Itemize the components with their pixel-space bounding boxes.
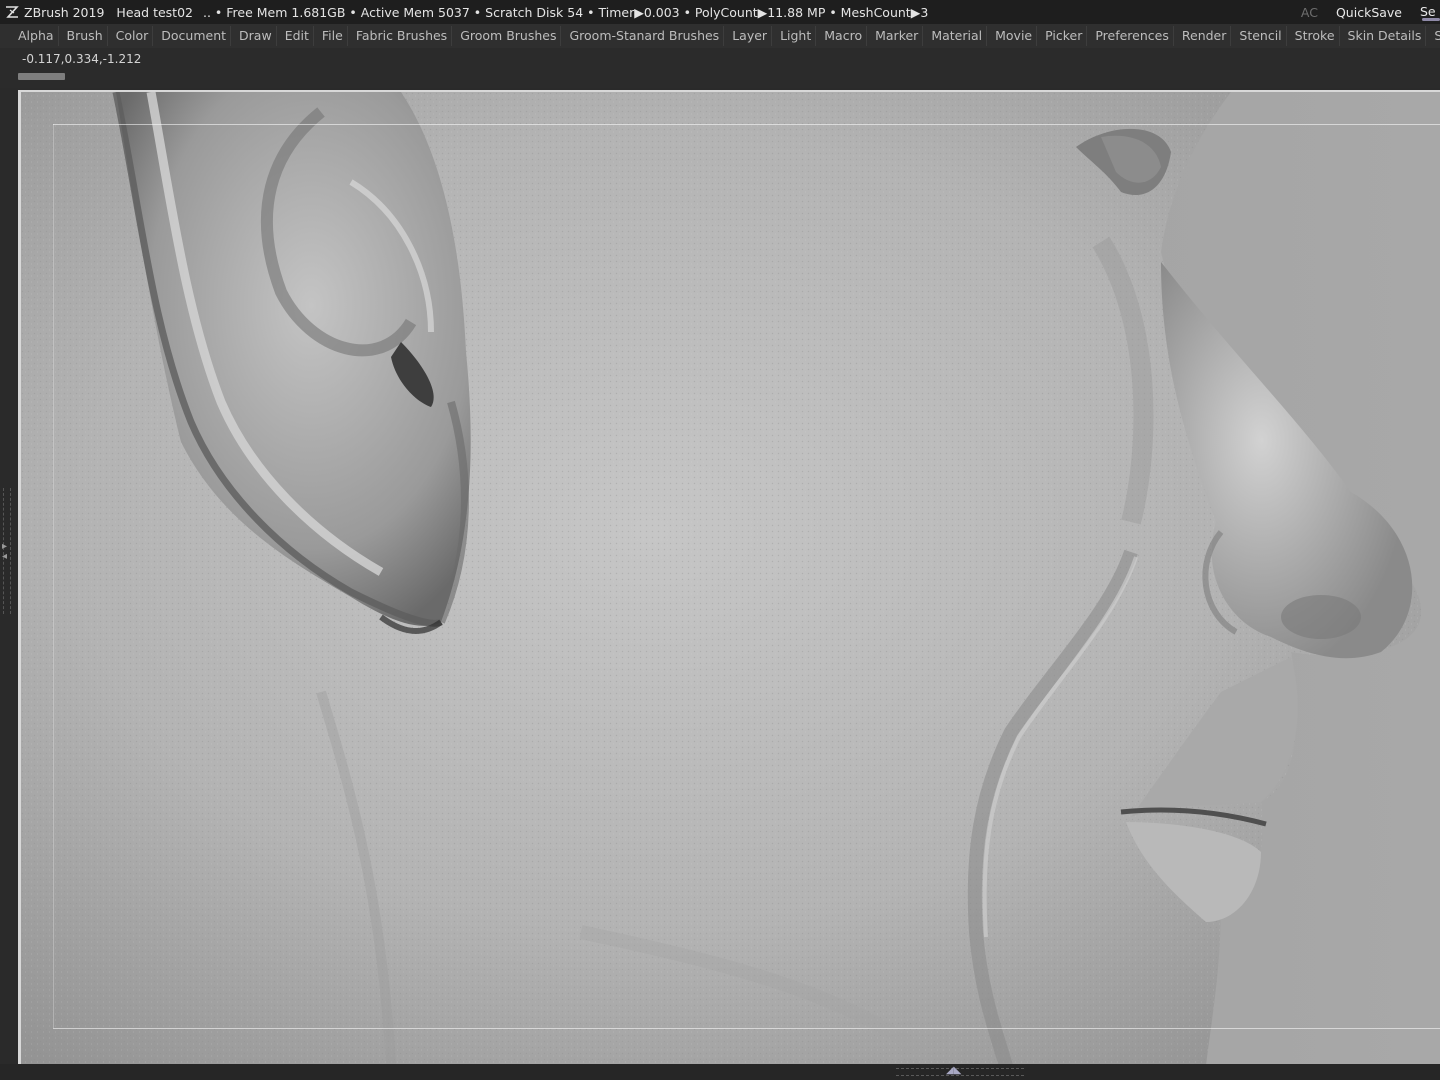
menu-stencil[interactable]: Stencil <box>1235 26 1287 46</box>
menu-brush[interactable]: Brush <box>63 26 108 46</box>
menu-stroke[interactable]: Stroke <box>1291 26 1340 46</box>
menu-edit[interactable]: Edit <box>281 26 314 46</box>
see-through-button[interactable]: Se <box>1420 0 1440 24</box>
canvas-guide-top <box>53 124 1440 125</box>
menu-alpha[interactable]: Alpha <box>14 26 59 46</box>
menu-movie[interactable]: Movie <box>991 26 1038 46</box>
menu-color[interactable]: Color <box>112 26 154 46</box>
quicksave-button[interactable]: QuickSave <box>1336 5 1402 20</box>
menu-groom-stanard-brushes[interactable]: Groom-Stanard Brushes <box>565 26 725 46</box>
menu-layer[interactable]: Layer <box>728 26 773 46</box>
title-bar: ZBrush 2019 Head test02 .. • Free Mem 1.… <box>0 0 1440 24</box>
bottom-tray: ◢◣ <box>0 1064 1440 1080</box>
info-bar: -0.117,0.334,-1.212 <box>0 48 1440 88</box>
document-name: Head test02 <box>116 4 193 20</box>
menu-preferences[interactable]: Preferences <box>1091 26 1174 46</box>
memory-stats: .. • Free Mem 1.681GB • Active Mem 5037 … <box>203 4 929 20</box>
menu-skin-details[interactable]: Skin Details <box>1344 26 1427 46</box>
canvas-guide-left <box>53 124 54 1028</box>
ac-button[interactable]: AC <box>1301 5 1318 20</box>
menu-material[interactable]: Material <box>927 26 988 46</box>
menu-bar: Alpha Brush Color Document Draw Edit File Fabri… <box>0 24 1440 48</box>
nostril <box>1281 595 1361 639</box>
canvas-guide-bottom <box>53 1028 1440 1029</box>
menu-groom-brushes[interactable]: Groom Brushes <box>456 26 562 46</box>
document-canvas[interactable] <box>18 90 1440 1064</box>
menu-standard-bru[interactable]: Standard Bru <box>1430 26 1440 46</box>
zbrush-logo-icon[interactable] <box>2 0 22 24</box>
menu-marker[interactable]: Marker <box>871 26 924 46</box>
tray-expand-up-icon[interactable]: ◢◣ <box>946 1065 961 1077</box>
menu-fabric-brushes[interactable]: Fabric Brushes <box>352 26 453 46</box>
tray-expand-icon[interactable]: ▸ ◂ <box>2 542 7 562</box>
menu-file[interactable]: File <box>318 26 348 46</box>
coordinates-readout: -0.117,0.334,-1.212 <box>22 52 142 66</box>
menu-picker[interactable]: Picker <box>1041 26 1088 46</box>
menu-document[interactable]: Document <box>157 26 232 46</box>
titlebar-right: AC QuickSave Se <box>1301 0 1440 24</box>
menu-macro[interactable]: Macro <box>820 26 868 46</box>
menu-light[interactable]: Light <box>776 26 817 46</box>
menu-render[interactable]: Render <box>1178 26 1232 46</box>
sculpt-viewport[interactable] <box>21 92 1440 1064</box>
tray-slider[interactable] <box>18 73 65 80</box>
menu-draw[interactable]: Draw <box>235 26 277 46</box>
left-tray: ▸ ◂ <box>0 88 18 1068</box>
app-title: ZBrush 2019 <box>24 4 105 20</box>
